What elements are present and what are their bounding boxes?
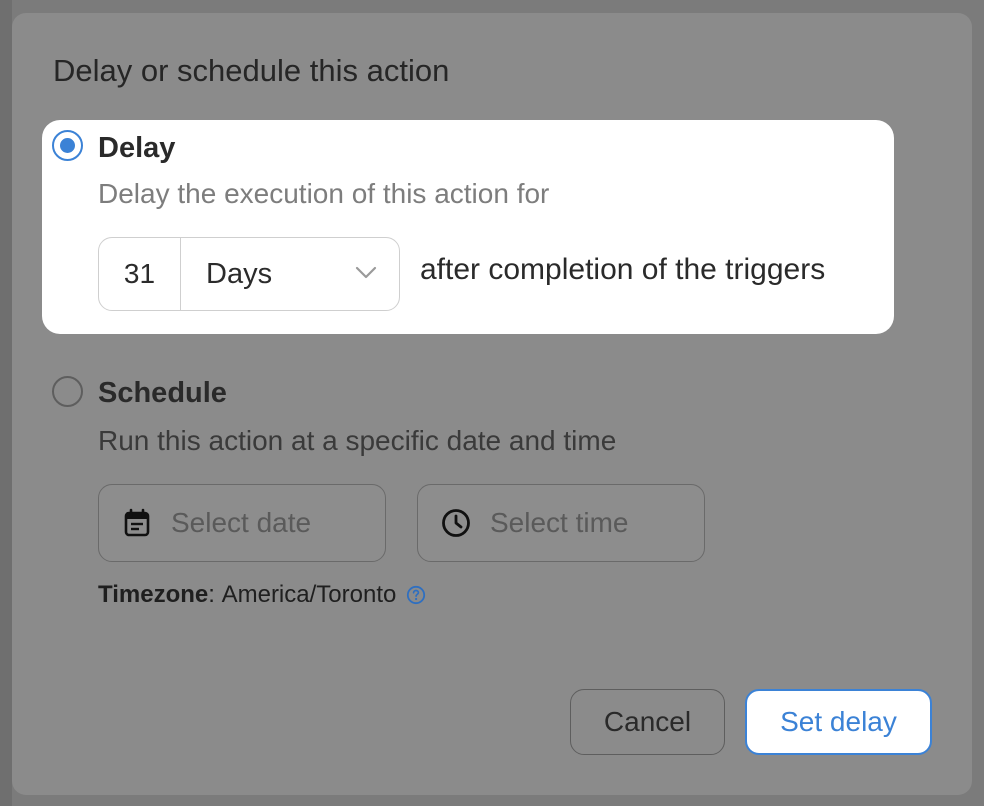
dialog-title: Delay or schedule this action	[53, 53, 450, 88]
delay-option-description: Delay the execution of this action for	[98, 178, 550, 209]
calendar-icon	[124, 508, 150, 537]
timezone-label: Timezone	[98, 581, 209, 608]
time-picker[interactable]: Select time	[417, 484, 705, 562]
schedule-option-description: Run this action at a specific date and t…	[98, 425, 617, 456]
timezone-value: America/Toronto	[221, 581, 397, 608]
delay-amount-input[interactable]: 31	[99, 238, 181, 310]
timezone-separator: :	[208, 581, 215, 608]
schedule-option-label[interactable]: Schedule	[98, 377, 227, 410]
chevron-down-icon	[355, 266, 377, 279]
delay-duration-control: 31 Days	[98, 237, 400, 311]
delay-radio[interactable]	[52, 130, 83, 161]
cancel-button[interactable]: Cancel	[570, 689, 725, 755]
clock-icon	[442, 509, 470, 537]
date-picker[interactable]: Select date	[98, 484, 386, 562]
help-circle-icon[interactable]	[406, 585, 426, 605]
time-placeholder: Select time	[490, 507, 629, 538]
delay-option-label[interactable]: Delay	[98, 132, 175, 165]
schedule-radio[interactable]	[52, 376, 83, 407]
schedule-dialog: Delay or schedule this action Delay Dela…	[12, 13, 972, 795]
set-delay-button[interactable]: Set delay	[745, 689, 932, 755]
date-placeholder: Select date	[171, 507, 312, 538]
delay-unit-select[interactable]: Days	[181, 238, 399, 310]
delay-unit-value: Days	[206, 257, 273, 290]
delay-option-card[interactable]: Delay Delay the execution of this action…	[42, 120, 894, 334]
delay-suffix-text: after completion of the triggers	[420, 253, 826, 286]
timezone-row: Timezone: America/Toronto	[98, 581, 426, 609]
background-page	[0, 0, 12, 806]
